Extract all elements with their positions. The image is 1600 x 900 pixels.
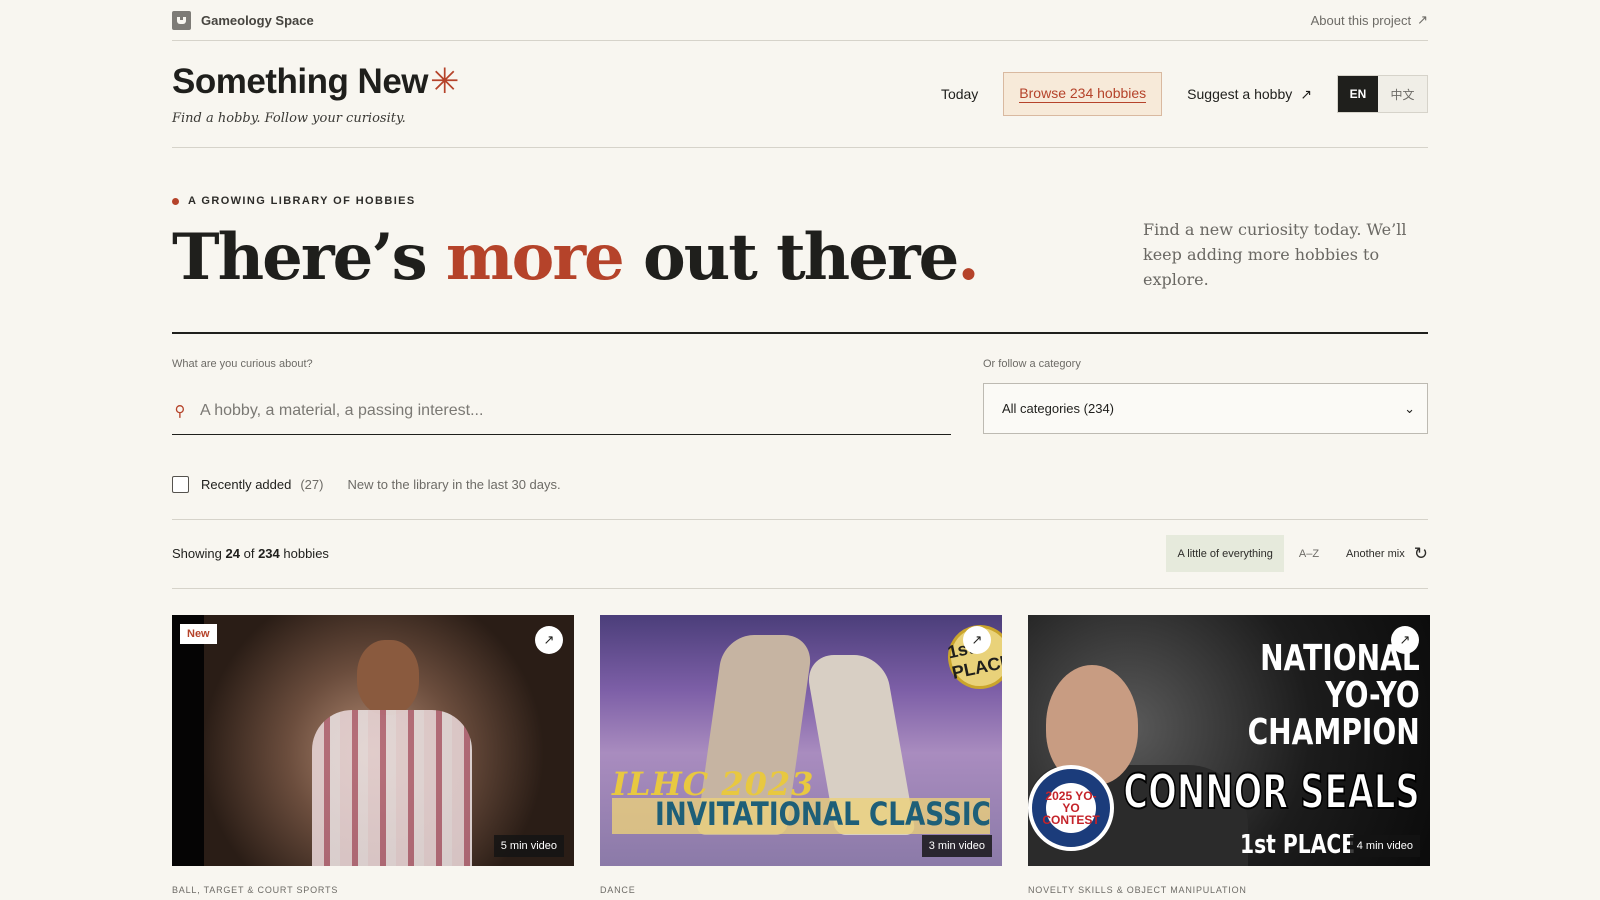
search-field: ⚲ bbox=[172, 388, 951, 435]
search-input[interactable] bbox=[200, 402, 900, 420]
hobby-card[interactable]: 1st PLACE ILHC 2023 INVITATIONAL CLASSIC… bbox=[600, 615, 1002, 895]
category-select[interactable]: All categories (234) ⌄ bbox=[983, 383, 1428, 434]
recent-label[interactable]: Recently added bbox=[201, 477, 291, 492]
results-unit: hobbies bbox=[283, 546, 329, 561]
accent-dot-icon bbox=[172, 197, 179, 205]
sort-mix-button[interactable]: A little of everything bbox=[1166, 535, 1284, 572]
hero-title-period: . bbox=[957, 220, 979, 295]
hero-title-end: out there bbox=[622, 220, 959, 295]
main-nav: Today Browse 234 hobbies Suggest a hobby… bbox=[941, 72, 1428, 116]
thumbnail-figure-shirt bbox=[312, 710, 472, 866]
thumbnail-caption-title: INVITATIONAL CLASSIC bbox=[655, 795, 991, 833]
sort-az-button[interactable]: A–Z bbox=[1284, 548, 1334, 560]
card-category: DANCE bbox=[600, 885, 636, 895]
recent-count: (27) bbox=[300, 476, 324, 492]
site-name: Gameology Space bbox=[201, 12, 314, 28]
top-bar: Gameology Space About this project ↗ bbox=[172, 0, 1428, 41]
refresh-icon: ↻ bbox=[1413, 543, 1428, 563]
nav-suggest-label: Suggest a hobby bbox=[1187, 86, 1293, 102]
hero-eyebrow: A GROWING LIBRARY OF HOBBIES bbox=[172, 195, 1428, 207]
recent-filter: Recently added (27) New to the library i… bbox=[172, 474, 1428, 494]
gameology-logo-icon bbox=[172, 10, 191, 30]
nav-browse-label: Browse 234 hobbies bbox=[1019, 85, 1147, 103]
hero-title-start: There’s bbox=[172, 220, 446, 295]
video-thumbnail[interactable]: New ↗ 5 min video bbox=[172, 615, 574, 866]
results-of: of bbox=[243, 546, 255, 561]
new-badge: New bbox=[180, 624, 217, 644]
hero-divider bbox=[172, 332, 1428, 334]
video-duration: 4 min video bbox=[1349, 835, 1420, 857]
thumbnail-caption-name: CONNOR SEALS bbox=[1123, 764, 1421, 821]
site-brand[interactable]: Gameology Space bbox=[172, 10, 314, 30]
external-link-icon: ↗ bbox=[1417, 12, 1428, 27]
card-category: NOVELTY SKILLS & OBJECT MANIPULATION bbox=[1028, 885, 1247, 895]
hero-side-text: Find a new curiosity today. We’ll keep a… bbox=[1143, 220, 1407, 289]
another-mix-label: Another mix bbox=[1346, 547, 1405, 560]
results-total: 234 bbox=[258, 546, 280, 561]
search-label: What are you curious about? bbox=[172, 358, 313, 370]
card-category: BALL, TARGET & COURT SPORTS bbox=[172, 885, 339, 895]
contest-seal-text: 2025 YO-YO CONTEST bbox=[1042, 783, 1100, 833]
site-tagline: Find a hobby. Follow your curiosity. bbox=[172, 111, 406, 126]
site-title[interactable]: Something New✳ bbox=[172, 62, 459, 102]
external-link-icon: ↗ bbox=[1300, 85, 1312, 102]
thumbnail-figure-head bbox=[357, 640, 419, 715]
nav-browse-hobbies[interactable]: Browse 234 hobbies bbox=[1003, 72, 1163, 116]
search-icon: ⚲ bbox=[174, 403, 186, 420]
open-external-icon[interactable]: ↗ bbox=[1391, 626, 1419, 654]
lang-en-button[interactable]: EN bbox=[1338, 76, 1378, 112]
site-header: Something New✳ Find a hobby. Follow your… bbox=[172, 41, 1428, 148]
recent-checkbox[interactable] bbox=[172, 475, 189, 493]
results-count: Showing 24 of 234 hobbies bbox=[172, 546, 329, 561]
caption-line: CHAMPION bbox=[1247, 712, 1420, 753]
results-bar: Showing 24 of 234 hobbies A little of ev… bbox=[172, 535, 1428, 572]
thumbnail-caption-place: 1st PLACE bbox=[1240, 830, 1356, 860]
asterisk-icon: ✳ bbox=[430, 62, 459, 101]
hero-title-accent: more bbox=[445, 220, 625, 295]
about-link[interactable]: About this project ↗ bbox=[1311, 12, 1428, 28]
hobby-cards: New ↗ 5 min video BALL, TARGET & COURT S… bbox=[172, 615, 1430, 895]
video-duration: 5 min video bbox=[493, 835, 564, 857]
hobby-card[interactable]: NATIONAL YO-YO CHAMPION CONNOR SEALS 1st… bbox=[1028, 615, 1430, 895]
language-switcher: EN 中文 bbox=[1337, 75, 1428, 113]
about-label: About this project bbox=[1310, 12, 1412, 28]
recent-note: New to the library in the last 30 days. bbox=[347, 476, 561, 492]
results-showing: Showing bbox=[172, 546, 222, 561]
hobby-card[interactable]: New ↗ 5 min video BALL, TARGET & COURT S… bbox=[172, 615, 574, 895]
thumbnail-caption-heading: NATIONAL YO-YO CHAMPION bbox=[1248, 640, 1420, 751]
category-label: Or follow a category bbox=[983, 358, 1081, 370]
site-title-text: Something New bbox=[172, 62, 429, 101]
video-duration: 3 min video bbox=[921, 835, 992, 857]
open-external-icon[interactable]: ↗ bbox=[535, 626, 563, 654]
results-divider bbox=[172, 588, 1428, 589]
thumbnail-shadow bbox=[172, 615, 204, 866]
sort-options: A little of everything A–Z Another mix ↻ bbox=[1166, 535, 1428, 572]
eyebrow-text: A GROWING LIBRARY OF HOBBIES bbox=[188, 195, 416, 207]
nav-today[interactable]: Today bbox=[941, 86, 978, 102]
open-external-icon[interactable]: ↗ bbox=[963, 626, 991, 654]
nav-suggest-hobby[interactable]: Suggest a hobby ↗ bbox=[1187, 86, 1312, 103]
another-mix-button[interactable]: Another mix ↻ bbox=[1346, 544, 1428, 564]
lang-zh-button[interactable]: 中文 bbox=[1378, 76, 1427, 112]
filter-divider bbox=[172, 519, 1428, 520]
video-thumbnail[interactable]: NATIONAL YO-YO CHAMPION CONNOR SEALS 1st… bbox=[1028, 615, 1430, 866]
chevron-down-icon: ⌄ bbox=[1404, 400, 1415, 416]
caption-line: YO-YO bbox=[1325, 675, 1420, 716]
video-thumbnail[interactable]: 1st PLACE ILHC 2023 INVITATIONAL CLASSIC… bbox=[600, 615, 1002, 866]
results-shown: 24 bbox=[225, 546, 240, 561]
contest-seal-logo: 2025 YO-YO CONTEST bbox=[1028, 765, 1114, 851]
category-selected-value: All categories (234) bbox=[1002, 401, 1114, 416]
